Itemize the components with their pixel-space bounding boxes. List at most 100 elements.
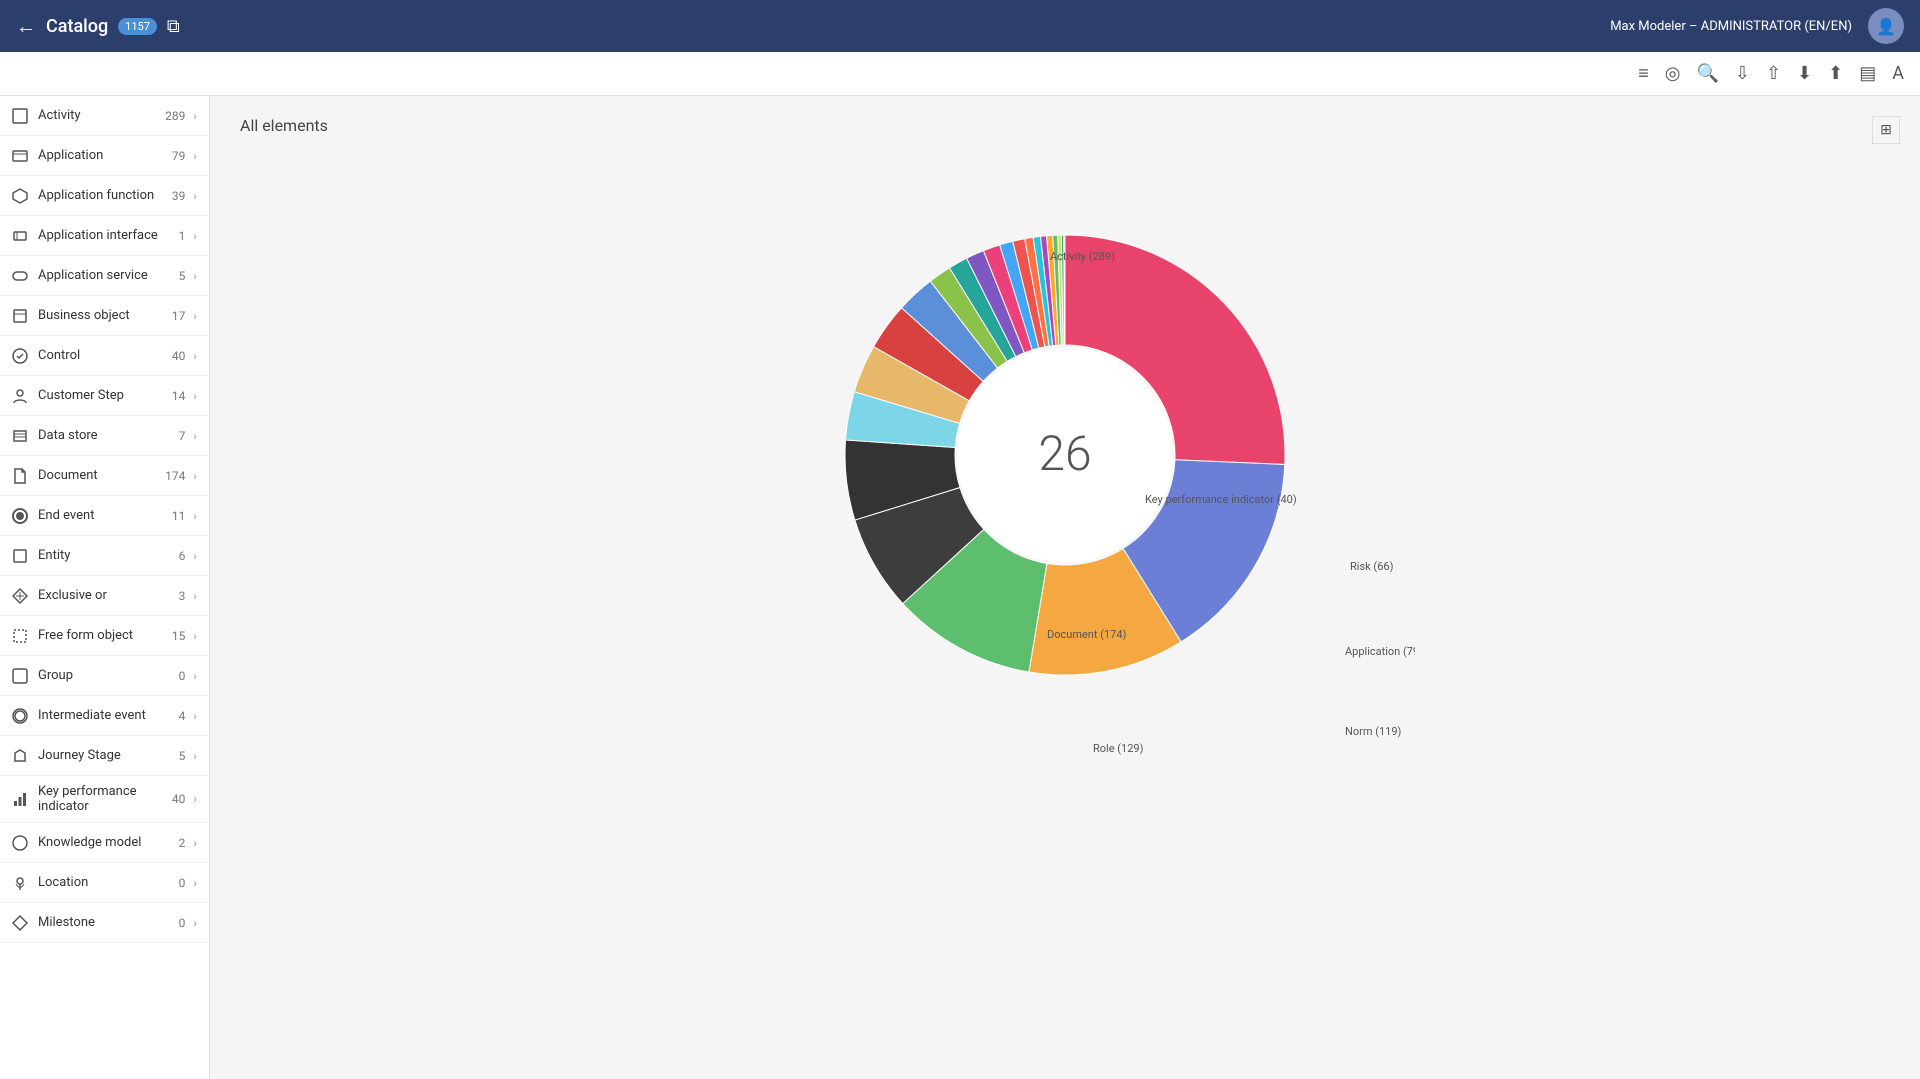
loading-icon[interactable]: ◎ [1665,63,1681,84]
item-label: End event [38,508,172,523]
item-label: Data store [38,428,179,443]
chevron-icon: › [193,589,197,603]
item-label: Free form object [38,628,172,643]
chart-toggle-button[interactable]: ⊞ [1872,116,1900,144]
item-label: Application [38,148,172,163]
header-right: Max Modeler – ADMINISTRATOR (EN/EN) 👤 [1610,8,1904,44]
item-count: 15 [172,629,186,643]
item-count: 3 [179,589,186,603]
sidebar: Activity 289 › Application 79 › Applicat… [0,96,210,1079]
item-label: Exclusive or [38,588,179,603]
item-count: 7 [179,429,186,443]
chevron-icon: › [193,429,197,443]
main-layout: Activity 289 › Application 79 › Applicat… [0,96,1920,1079]
item-icon [10,789,30,809]
item-count: 17 [172,309,186,323]
item-label: Control [38,348,172,363]
item-label: Activity [38,108,165,123]
sidebar-item-free-form-object[interactable]: Free form object 15 › [0,616,209,656]
chevron-icon: › [193,792,197,806]
sort-asc-icon[interactable]: ⇩ [1735,63,1750,84]
sidebar-item-application-interface[interactable]: Application interface 1 › [0,216,209,256]
item-icon [10,746,30,766]
item-icon [10,586,30,606]
chevron-icon: › [193,389,197,403]
item-count: 2 [179,836,186,850]
item-label: Application service [38,268,179,283]
sidebar-item-document[interactable]: Document 174 › [0,456,209,496]
item-label: Journey Stage [38,748,179,763]
sidebar-item-control[interactable]: Control 40 › [0,336,209,376]
sidebar-item-activity[interactable]: Activity 289 › [0,96,209,136]
avatar[interactable]: 👤 [1868,8,1904,44]
chart-main-label: Risk (66) [1350,560,1394,573]
translate-icon[interactable]: A [1892,63,1904,84]
item-label: Document [38,468,165,483]
sidebar-item-location[interactable]: Location 0 › [0,863,209,903]
chart-main-label: Application (79) [1345,645,1415,658]
copy-button[interactable]: ⧉ [167,16,180,37]
item-label: Customer Step [38,388,172,403]
chevron-icon: › [193,669,197,683]
download-icon[interactable]: ⬇ [1797,63,1812,84]
item-icon [10,346,30,366]
sidebar-item-knowledge-model[interactable]: Knowledge model 2 › [0,823,209,863]
sidebar-item-data-store[interactable]: Data store 7 › [0,416,209,456]
sidebar-item-application[interactable]: Application 79 › [0,136,209,176]
search-icon[interactable]: 🔍 [1696,63,1718,84]
chevron-icon: › [193,709,197,723]
chart-main-label: Activity (289) [1050,250,1115,263]
page-title: All elements [240,116,1890,135]
main-content: All elements ⊞ 26Application interface (… [210,96,1920,1079]
sidebar-item-group[interactable]: Group 0 › [0,656,209,696]
item-count: 0 [179,669,186,683]
sidebar-item-key-performance-indicator[interactable]: Key performance indicator 40 › [0,776,209,823]
item-icon [10,506,30,526]
item-count: 14 [172,389,186,403]
sidebar-item-entity[interactable]: Entity 6 › [0,536,209,576]
item-count: 11 [172,509,186,523]
sidebar-item-exclusive-or[interactable]: Exclusive or 3 › [0,576,209,616]
sidebar-item-intermediate-event[interactable]: Intermediate event 4 › [0,696,209,736]
upload-icon[interactable]: ⬆ [1828,63,1843,84]
sidebar-item-journey-stage[interactable]: Journey Stage 5 › [0,736,209,776]
chart-container: 26Application interface (1)Knowledge mod… [240,155,1890,755]
sidebar-item-business-object[interactable]: Business object 17 › [0,296,209,336]
item-icon [10,106,30,126]
item-icon [10,186,30,206]
sidebar-item-end-event[interactable]: End event 11 › [0,496,209,536]
item-icon [10,546,30,566]
item-label: Milestone [38,915,179,930]
item-label: Application function [38,188,172,203]
item-count: 0 [179,916,186,930]
item-label: Entity [38,548,179,563]
item-icon [10,626,30,646]
chevron-icon: › [193,836,197,850]
item-count: 289 [165,109,185,123]
chevron-icon: › [193,349,197,363]
sidebar-item-customer-step[interactable]: Customer Step 14 › [0,376,209,416]
item-icon [10,833,30,853]
header: ← Catalog 1157 ⧉ Max Modeler – ADMINISTR… [0,0,1920,52]
chevron-icon: › [193,269,197,283]
catalog-count-badge: 1157 [118,18,157,35]
sort-desc-icon[interactable]: ⇧ [1766,63,1781,84]
grid-icon[interactable]: ▤ [1859,63,1876,84]
menu-icon[interactable]: ≡ [1638,63,1649,84]
sidebar-item-application-service[interactable]: Application service 5 › [0,256,209,296]
item-count: 5 [179,749,186,763]
donut-chart-svg: 26Application interface (1)Knowledge mod… [715,155,1415,755]
item-label: Intermediate event [38,708,179,723]
item-count: 79 [172,149,186,163]
item-icon [10,266,30,286]
back-button[interactable]: ← [16,14,36,39]
item-count: 4 [179,709,186,723]
item-icon [10,913,30,933]
sidebar-item-milestone[interactable]: Milestone 0 › [0,903,209,943]
item-icon [10,706,30,726]
avatar-icon: 👤 [1876,17,1896,36]
item-icon [10,466,30,486]
item-count: 40 [172,792,186,806]
item-label: Application interface [38,228,179,243]
sidebar-item-application-function[interactable]: Application function 39 › [0,176,209,216]
